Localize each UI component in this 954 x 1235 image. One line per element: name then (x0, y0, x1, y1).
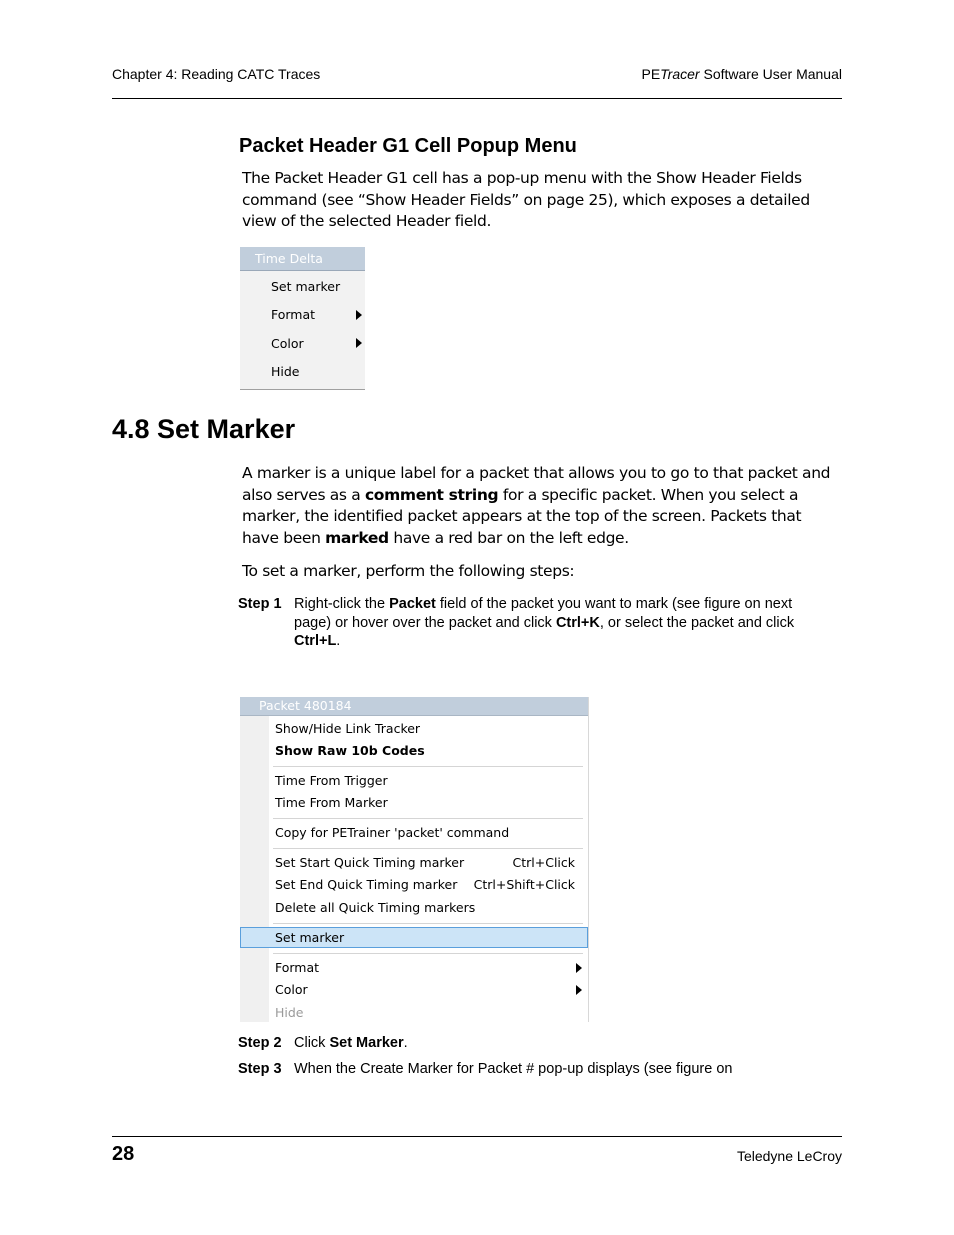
menu-item-copy-for-petrainer[interactable]: Copy for PETrainer 'packet' command (275, 825, 509, 840)
footer-rule (112, 1136, 842, 1137)
menu-separator (273, 818, 583, 819)
time-delta-context-menu: Time Delta Set marker Format Color Hide (240, 247, 365, 390)
menu-item-color[interactable]: Color (275, 982, 308, 997)
menu-separator (273, 923, 583, 924)
step-text: Right-click the Packet field of the pack… (294, 595, 798, 651)
menu-item-hide: Hide (275, 1005, 304, 1020)
shortcut-ctrl-click: Ctrl+Click (512, 855, 576, 870)
text-run: have a red bar on the left edge. (388, 529, 629, 548)
bold-term: Packet (389, 596, 436, 612)
menu-title: Packet 480184 (240, 697, 588, 716)
section-heading-set-marker: 4.8 Set Marker (112, 414, 296, 444)
menu-separator (273, 953, 583, 954)
packet-context-menu: Packet 480184 Show/Hide Link Tracker Sho… (240, 697, 589, 1022)
set-marker-description: A marker is a unique label for a packet … (242, 463, 842, 550)
running-head-chapter: Chapter 4: Reading CATC Traces (112, 66, 321, 82)
step-2: Step 2 Click Set Marker. (238, 1034, 798, 1053)
bold-shortcut: Ctrl+K (555, 614, 600, 631)
manual-title-italic: Tracer (660, 66, 700, 82)
text-run: Right-click the (294, 596, 390, 612)
menu-item-delete-quick-timing-markers[interactable]: Delete all Quick Timing markers (275, 900, 475, 915)
menu-item-time-from-trigger[interactable]: Time From Trigger (275, 773, 388, 788)
popup-menu-description: The Packet Header G1 cell has a pop-up m… (242, 169, 810, 231)
shortcut-ctrl-shift-click: Ctrl+Shift+Click (473, 877, 575, 892)
menu-item-format[interactable]: Format (271, 307, 315, 322)
menu-item-set-start-quick-timing[interactable]: Set Start Quick Timing marker (275, 855, 464, 870)
step-1: Step 1 Right-click the Packet field of t… (238, 595, 798, 651)
menu-item-set-marker[interactable]: Set marker (271, 279, 340, 294)
menu-item-show-hide-link-tracker[interactable]: Show/Hide Link Tracker (275, 721, 420, 736)
menu-item-hide[interactable]: Hide (271, 364, 300, 379)
header-rule (112, 98, 842, 99)
submenu-arrow-icon (576, 985, 582, 995)
running-head-manual-title: PETracer Software User Manual (641, 66, 842, 82)
step-text: When the Create Marker for Packet # pop-… (294, 1061, 733, 1077)
footer-company: Teledyne LeCroy (736, 1148, 842, 1164)
menu-item-show-raw-10b-codes[interactable]: Show Raw 10b Codes (275, 743, 425, 758)
submenu-arrow-icon (576, 963, 582, 973)
menu-item-set-end-quick-timing[interactable]: Set End Quick Timing marker (275, 877, 457, 892)
step-label: Step 1 (238, 596, 282, 612)
section-heading-popup-menu: Packet Header G1 Cell Popup Menu (239, 135, 577, 157)
menu-item-time-from-marker[interactable]: Time From Marker (275, 795, 388, 810)
step-3: Step 3 When the Create Marker for Packet… (238, 1060, 798, 1079)
steps-intro: To set a marker, perform the following s… (242, 562, 575, 580)
step-label: Step 3 (238, 1061, 282, 1077)
text-run: , or select the packet and click (599, 614, 795, 631)
manual-title-prefix: PE (641, 66, 661, 82)
menu-separator (273, 848, 583, 849)
menu-item-color[interactable]: Color (271, 336, 304, 351)
menu-title: Time Delta (240, 247, 365, 271)
bold-term: Set Marker (329, 1035, 404, 1051)
menu-item-set-marker[interactable]: Set marker (275, 930, 344, 945)
text-run: Click (294, 1035, 330, 1051)
bold-term-comment-string: comment string (364, 485, 499, 504)
page-number: 28 (112, 1143, 135, 1165)
bold-term-marked: marked (325, 529, 389, 548)
text-run: . (403, 1035, 408, 1051)
menu-item-format[interactable]: Format (275, 960, 319, 975)
manual-title-suffix: Software User Manual (699, 66, 842, 82)
text-run: . (336, 633, 341, 649)
bold-shortcut: Ctrl+L (294, 633, 337, 649)
submenu-arrow-icon (356, 338, 362, 348)
step-label: Step 2 (238, 1035, 282, 1051)
menu-separator (273, 766, 583, 767)
menu-icon-gutter (240, 716, 269, 1022)
submenu-arrow-icon (356, 310, 362, 320)
step-text: Click Set Marker. (294, 1034, 798, 1053)
